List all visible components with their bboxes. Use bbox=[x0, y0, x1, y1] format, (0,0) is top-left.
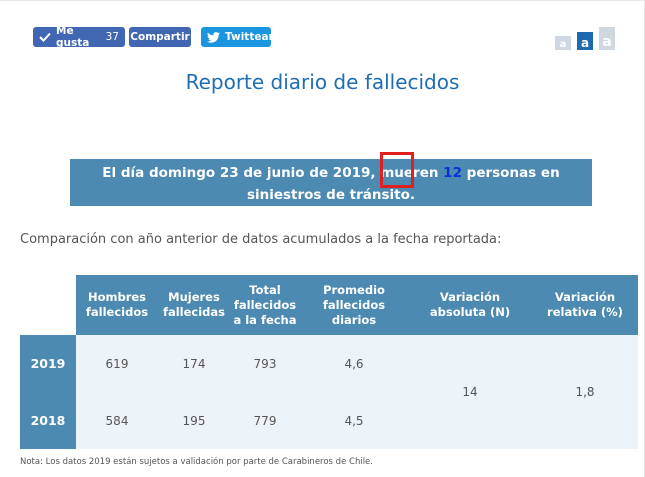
cell-promedio: 4,5 bbox=[300, 392, 408, 449]
font-size-controls: a a a bbox=[555, 27, 617, 50]
cell-variacion-absoluta: 14 bbox=[408, 335, 532, 449]
facebook-share-button[interactable]: Compartir bbox=[129, 27, 191, 47]
page-title: Reporte diario de fallecidos bbox=[185, 70, 460, 94]
cell-hombres: 584 bbox=[76, 392, 158, 449]
tweet-label: Twittear bbox=[225, 31, 274, 43]
header-hombres: Hombres fallecidos bbox=[76, 275, 158, 335]
cell-promedio: 4,6 bbox=[300, 335, 408, 392]
daily-deaths-banner: El día domingo 23 de junio de 2019, muer… bbox=[70, 159, 592, 206]
cell-total: 779 bbox=[230, 392, 300, 449]
cell-hombres: 619 bbox=[76, 335, 158, 392]
like-label: Me gusta bbox=[56, 25, 90, 49]
twitter-bird-icon bbox=[207, 31, 220, 43]
row-year: 2019 bbox=[20, 335, 76, 392]
cell-mujeres: 195 bbox=[158, 392, 230, 449]
data-note: Nota: Los datos 2019 están sujetos a val… bbox=[20, 457, 373, 467]
cell-total: 793 bbox=[230, 335, 300, 392]
twitter-tweet-button[interactable]: Twittear bbox=[201, 27, 274, 47]
thumbs-up-icon bbox=[39, 32, 51, 42]
header-promedio: Promedio fallecidos diarios bbox=[300, 275, 408, 335]
facebook-like-button[interactable]: Me gusta 37 bbox=[33, 25, 125, 49]
like-count: 37 bbox=[105, 31, 119, 43]
banner-death-count[interactable]: 12 bbox=[443, 165, 462, 181]
table-corner bbox=[20, 275, 76, 335]
comparison-text: Comparación con año anterior de datos ac… bbox=[20, 232, 502, 247]
font-size-small-button[interactable]: a bbox=[555, 36, 571, 50]
highlight-box bbox=[380, 152, 414, 188]
table-header-row: Hombres fallecidos Mujeres fallecidas To… bbox=[20, 275, 638, 335]
comparison-table: Hombres fallecidos Mujeres fallecidas To… bbox=[20, 275, 638, 449]
frame-top-border bbox=[0, 0, 645, 1]
social-buttons: Me gusta 37 Compartir Twittear bbox=[33, 25, 274, 49]
header-variacion-absoluta: Variación absoluta (N) bbox=[408, 275, 532, 335]
header-mujeres: Mujeres fallecidas bbox=[158, 275, 230, 335]
cell-variacion-relativa: 1,8 bbox=[532, 335, 638, 449]
header-variacion-relativa: Variación relativa (%) bbox=[532, 275, 638, 335]
row-year: 2018 bbox=[20, 392, 76, 449]
share-label: Compartir bbox=[130, 31, 190, 43]
header-total: Total fallecidos a la fecha bbox=[230, 275, 300, 335]
font-size-medium-button[interactable]: a bbox=[577, 32, 593, 50]
font-size-large-button[interactable]: a bbox=[599, 27, 615, 50]
table-row: 2019 619 174 793 4,6 14 1,8 bbox=[20, 335, 638, 449]
cell-mujeres: 174 bbox=[158, 335, 230, 392]
